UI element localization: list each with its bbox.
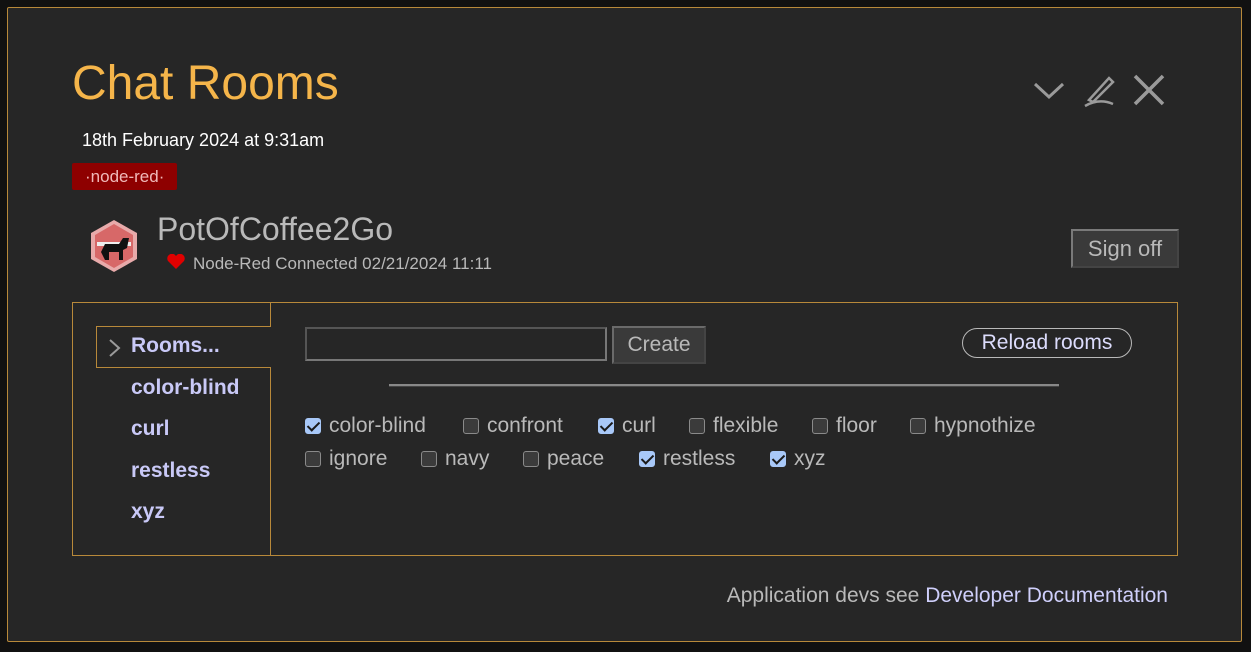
room-label: flexible	[713, 414, 779, 437]
reload-rooms-button[interactable]: Reload rooms	[962, 328, 1132, 358]
footer-text: Application devs see	[726, 584, 926, 607]
checkbox-box[interactable]	[421, 451, 437, 467]
checkbox-box[interactable]	[523, 451, 539, 467]
rooms-sidebar: Rooms... color-blind curl restless xyz	[73, 303, 272, 555]
room-label: curl	[622, 414, 656, 437]
room-checkbox[interactable]: peace	[523, 447, 604, 471]
room-checkbox[interactable]: flexible	[689, 414, 778, 438]
room-label: hypnothize	[934, 414, 1036, 437]
username: PotOfCoffee2Go	[157, 211, 393, 247]
checkbox-box[interactable]	[305, 418, 321, 434]
room-label: peace	[547, 447, 605, 470]
toolbar-icons	[1029, 70, 1169, 110]
room-checkbox[interactable]: navy	[421, 447, 489, 471]
room-checkbox[interactable]: restless	[639, 447, 735, 471]
checkbox-box[interactable]	[689, 418, 705, 434]
room-checkbox[interactable]: ignore	[305, 447, 387, 471]
date-label: 18th February 2024 at 9:31am	[82, 130, 325, 150]
room-label: color-blind	[329, 414, 426, 437]
footer: Application devs see Developer Documenta…	[727, 584, 1168, 608]
sign-off-button[interactable]: Sign off	[1071, 229, 1179, 268]
checkbox-box[interactable]	[770, 451, 786, 467]
create-button[interactable]: Create	[612, 326, 706, 364]
edit-pencil-icon[interactable]	[1079, 70, 1119, 110]
room-label: confront	[487, 414, 563, 437]
room-checkbox[interactable]: confront	[463, 414, 563, 438]
connection-status: Node-Red Connected 02/21/2024 11:11	[167, 253, 492, 275]
chevron-down-icon[interactable]	[1029, 70, 1069, 110]
sidebar-item-curl[interactable]: curl	[131, 417, 170, 441]
checkbox-box[interactable]	[910, 418, 926, 434]
checkbox-box[interactable]	[639, 451, 655, 467]
room-label: floor	[836, 414, 877, 437]
room-label: restless	[663, 447, 736, 470]
sidebar-item-restless[interactable]: restless	[131, 459, 210, 483]
room-checkbox[interactable]: xyz	[770, 447, 826, 471]
checkbox-box[interactable]	[463, 418, 479, 434]
sidebar-item-xyz[interactable]: xyz	[131, 500, 165, 524]
chevron-right-icon	[107, 338, 121, 358]
room-checkbox[interactable]: floor	[812, 414, 877, 438]
checkbox-box[interactable]	[812, 418, 828, 434]
chat-rooms-card: Chat Rooms 18th February 2024 at 9:31am …	[7, 7, 1242, 642]
divider	[389, 384, 1059, 387]
room-label: xyz	[794, 447, 826, 470]
room-checkbox[interactable]: color-blind	[305, 414, 426, 438]
developer-docs-link[interactable]: Developer Documentation	[925, 584, 1168, 607]
page-title: Chat Rooms	[72, 57, 339, 110]
room-checkbox[interactable]: hypnothize	[910, 414, 1036, 438]
connection-text: Node-Red Connected 02/21/2024 11:11	[193, 254, 492, 273]
close-icon[interactable]	[1129, 70, 1169, 110]
node-red-tag[interactable]: ·node-red·	[72, 163, 178, 190]
room-label: ignore	[329, 447, 388, 470]
checkbox-box[interactable]	[598, 418, 614, 434]
heart-icon	[167, 253, 187, 275]
checkbox-box[interactable]	[305, 451, 321, 467]
sidebar-item-rooms-label[interactable]: Rooms...	[131, 334, 220, 358]
avatar	[89, 218, 139, 274]
room-name-input[interactable]	[305, 327, 607, 361]
room-checkbox[interactable]: curl	[598, 414, 656, 438]
rooms-panel: Rooms... color-blind curl restless xyz C…	[72, 302, 1178, 556]
sidebar-item-color-blind[interactable]: color-blind	[131, 376, 240, 400]
room-label: navy	[445, 447, 490, 470]
